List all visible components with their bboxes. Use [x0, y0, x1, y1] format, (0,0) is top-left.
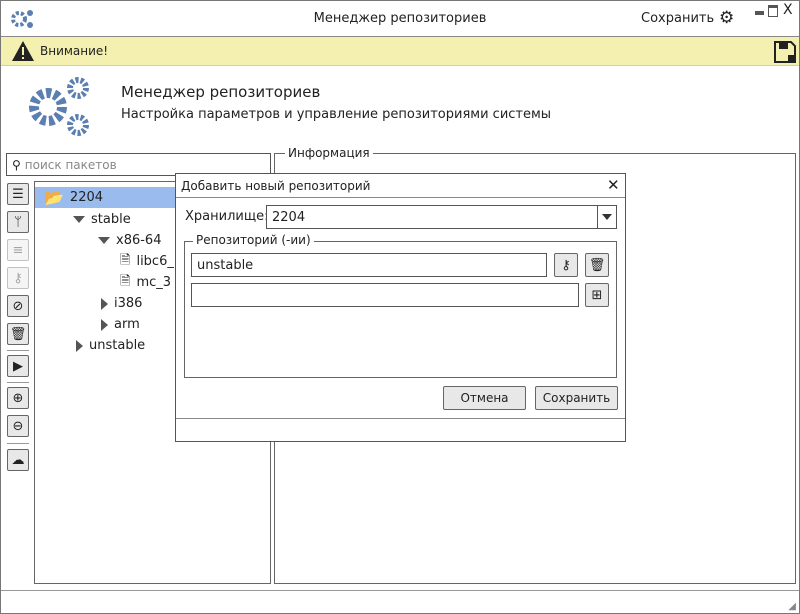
search-icon: ⚲: [12, 157, 21, 172]
tree-node-arm[interactable]: arm: [101, 314, 140, 335]
header: Менеджер репозиториев Настройка параметр…: [1, 67, 799, 145]
block-icon: ⊘: [12, 298, 24, 314]
dialog-save-button[interactable]: Сохранить: [535, 386, 618, 410]
repo-value: unstable: [197, 257, 254, 273]
repo-key-button[interactable]: ⚷: [554, 253, 578, 277]
warning-text: Внимание!: [40, 44, 109, 58]
repos-legend: Репозиторий (-ии): [193, 233, 314, 247]
tree-node-stable[interactable]: stable: [73, 209, 131, 230]
tree-label: 2204: [69, 190, 104, 205]
settings-sliders-button[interactable]: ≡: [7, 239, 29, 261]
chevron-down-icon[interactable]: [597, 206, 616, 228]
tree-label: i386: [114, 296, 143, 311]
trash-icon: 🗑: [9, 326, 27, 342]
file-icon: 🗎: [120, 252, 131, 268]
toolbar-separator: [7, 443, 29, 444]
add-button[interactable]: ⊕: [7, 387, 29, 409]
branch-icon: ᛘ: [14, 214, 22, 230]
folder-open-icon: 📂: [44, 188, 64, 207]
header-subtitle: Настройка параметров и управление репози…: [121, 107, 552, 122]
minimize-button[interactable]: [755, 11, 764, 15]
dialog-titlebar: Добавить новый репозиторий ✕: [176, 174, 625, 198]
toolbar-separator: [7, 382, 29, 383]
expanded-icon: [98, 237, 110, 244]
warning-bar: Внимание!: [1, 37, 799, 66]
tree-node-i386[interactable]: i386: [101, 293, 142, 314]
repos-group: Репозиторий (-ии) unstable ⚷ 🗑 ⊞: [184, 233, 617, 378]
remove-button[interactable]: ⊖: [7, 415, 29, 437]
dialog-title: Добавить новый репозиторий: [181, 179, 371, 193]
dialog-close-button[interactable]: ✕: [607, 176, 620, 194]
key-icon: ⚷: [561, 257, 571, 273]
tree-label: mc_3: [136, 275, 172, 290]
tree-node-unstable[interactable]: unstable: [76, 335, 145, 356]
search-placeholder: поиск пакетов: [24, 157, 117, 172]
repo-delete-button[interactable]: 🗑: [585, 253, 609, 277]
collapsed-icon: [101, 297, 108, 310]
collapsed-icon: [101, 318, 108, 331]
dialog-footer-divider: [176, 418, 625, 419]
database-button[interactable]: ☰: [7, 183, 29, 205]
cloud-upload-icon: ☁: [11, 452, 25, 468]
sliders-icon: ≡: [12, 242, 24, 258]
storage-label: Хранилище:: [185, 209, 269, 224]
tree-node-libc6[interactable]: 🗎 libc6_: [120, 251, 174, 272]
database-icon: ☰: [12, 186, 24, 202]
save-lock-icon[interactable]: [773, 40, 797, 64]
key-button[interactable]: ⚷: [7, 267, 29, 289]
minus-circle-icon: ⊖: [12, 418, 24, 434]
status-bar: ◢: [1, 590, 799, 613]
toolbar-separator: [7, 350, 29, 351]
maximize-button[interactable]: [768, 5, 778, 17]
run-button[interactable]: ▶: [7, 355, 29, 377]
info-legend: Информация: [285, 146, 373, 160]
key-icon: ⚷: [13, 270, 23, 286]
repo-input-2[interactable]: [191, 283, 579, 307]
save-button[interactable]: Сохранить: [641, 11, 714, 26]
upload-button[interactable]: ☁: [7, 449, 29, 471]
title-bar: Менеджер репозиториев Сохранить ⚙ X: [1, 1, 799, 37]
collapsed-icon: [76, 339, 83, 352]
tree-label: unstable: [89, 338, 146, 353]
tree-label: libc6_: [136, 254, 174, 269]
repo-add-button[interactable]: ⊞: [585, 283, 609, 307]
plus-square-icon: ⊞: [591, 287, 603, 303]
storage-value: 2204: [272, 209, 306, 225]
disable-button[interactable]: ⊘: [7, 295, 29, 317]
branch-button[interactable]: ᛘ: [7, 211, 29, 233]
header-title: Менеджер репозиториев: [121, 83, 321, 101]
add-repo-dialog: Добавить новый репозиторий ✕ Хранилище: …: [175, 173, 626, 442]
tree-node-x86-64[interactable]: x86-64: [98, 230, 161, 251]
plus-circle-icon: ⊕: [12, 390, 24, 406]
header-gears-icon: [29, 77, 89, 136]
play-icon: ▶: [13, 358, 23, 374]
settings-gear-icon[interactable]: ⚙: [719, 8, 734, 28]
warning-icon: [12, 41, 34, 61]
trash-icon: 🗑: [588, 257, 606, 273]
cancel-button[interactable]: Отмена: [443, 386, 526, 410]
repo-input-1[interactable]: unstable: [191, 253, 547, 277]
delete-button[interactable]: 🗑: [7, 323, 29, 345]
tree-node-mc[interactable]: 🗎 mc_3: [120, 272, 171, 293]
resize-grip-icon[interactable]: ◢: [788, 601, 796, 612]
tree-label: x86-64: [116, 233, 162, 248]
storage-select[interactable]: 2204: [266, 205, 617, 229]
close-button[interactable]: X: [783, 2, 793, 18]
tree-label: stable: [91, 212, 131, 227]
file-icon: 🗎: [120, 273, 131, 289]
expanded-icon: [73, 216, 85, 223]
tree-label: arm: [114, 317, 140, 332]
